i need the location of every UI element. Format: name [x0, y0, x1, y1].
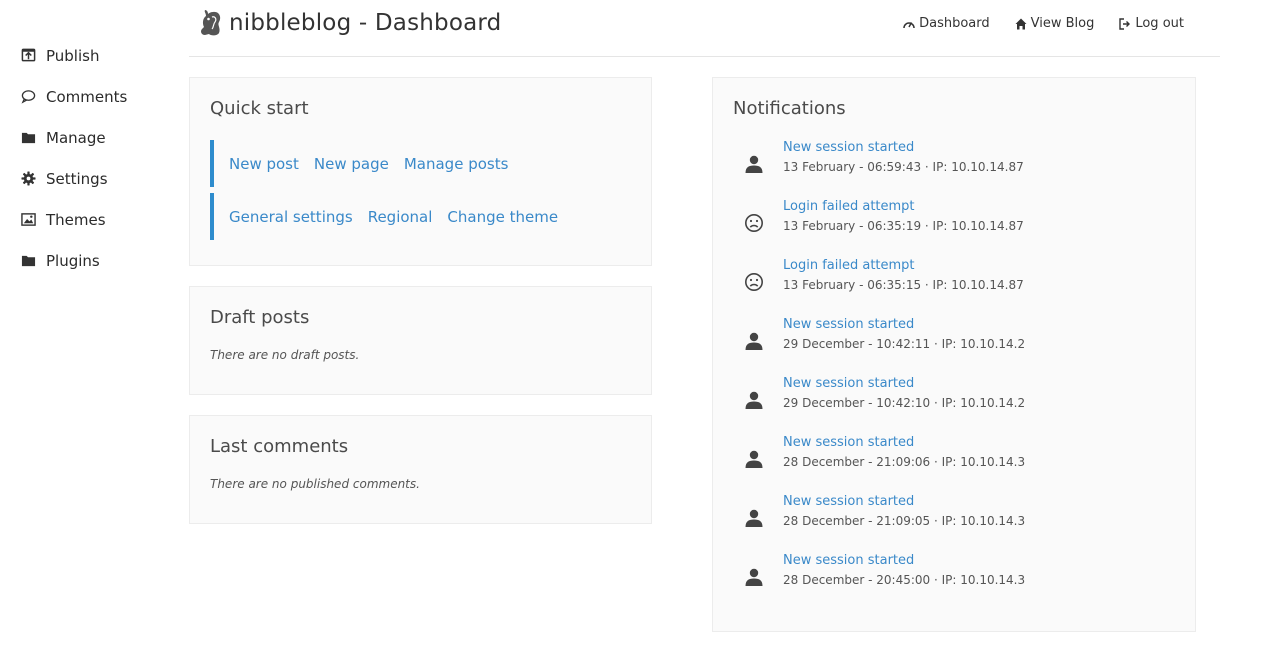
- last-comments-panel: Last comments There are no published com…: [189, 415, 652, 524]
- notification-item: New session started 28 December - 21:09:…: [733, 433, 1153, 483]
- folder-icon: [20, 253, 36, 269]
- user-icon: [744, 331, 764, 351]
- top-nav: Dashboard View Blog Log out: [878, 16, 1184, 31]
- sad-face-icon: [744, 272, 764, 292]
- notification-item: Login failed attempt 13 February - 06:35…: [733, 197, 1153, 247]
- draft-posts-panel: Draft posts There are no draft posts.: [189, 286, 652, 395]
- panel-title: Quick start: [210, 98, 309, 119]
- notification-item: New session started 28 December - 20:45:…: [733, 551, 1153, 601]
- notification-title[interactable]: Login failed attempt: [783, 258, 915, 273]
- quick-start-posts-group: New post New page Manage posts: [210, 140, 523, 187]
- change-theme-link[interactable]: Change theme: [447, 208, 558, 226]
- notification-title[interactable]: New session started: [783, 553, 914, 568]
- comment-icon: [20, 89, 36, 105]
- notification-title[interactable]: New session started: [783, 494, 914, 509]
- page-title: nibbleblog - Dashboard: [229, 10, 502, 36]
- notification-detail: 29 December - 10:42:11 · IP: 10.10.14.2: [783, 337, 1026, 351]
- sidebar-item-settings[interactable]: Settings: [20, 158, 180, 199]
- sidebar-item-plugins[interactable]: Plugins: [20, 240, 180, 281]
- notification-title[interactable]: New session started: [783, 140, 914, 155]
- general-settings-link[interactable]: General settings: [229, 208, 353, 226]
- quick-start-settings-group: General settings Regional Change theme: [210, 193, 573, 240]
- notification-item: New session started 29 December - 10:42:…: [733, 374, 1153, 424]
- notification-item: New session started 28 December - 21:09:…: [733, 492, 1153, 542]
- new-page-link[interactable]: New page: [314, 155, 389, 173]
- user-icon: [744, 567, 764, 587]
- user-icon: [744, 390, 764, 410]
- notification-title[interactable]: New session started: [783, 435, 914, 450]
- notification-title[interactable]: New session started: [783, 317, 914, 332]
- publish-icon: [20, 48, 36, 64]
- notification-item: Login failed attempt 13 February - 06:35…: [733, 256, 1153, 306]
- user-icon: [744, 154, 764, 174]
- logout-icon: [1119, 17, 1135, 30]
- user-icon: [744, 449, 764, 469]
- user-icon: [744, 508, 764, 528]
- nav-label: View Blog: [1030, 16, 1095, 31]
- notification-item: New session started 29 December - 10:42:…: [733, 315, 1153, 365]
- manage-posts-link[interactable]: Manage posts: [404, 155, 509, 173]
- sidebar-item-label: Settings: [46, 169, 108, 188]
- notification-item: New session started 13 February - 06:59:…: [733, 138, 1153, 188]
- nav-label: Dashboard: [919, 16, 990, 31]
- new-post-link[interactable]: New post: [229, 155, 299, 173]
- sidebar-item-manage[interactable]: Manage: [20, 117, 180, 158]
- image-icon: [20, 212, 36, 228]
- sidebar-item-label: Comments: [46, 87, 128, 106]
- panel-title: Draft posts: [210, 307, 310, 328]
- notification-detail: 29 December - 10:42:10 · IP: 10.10.14.2: [783, 396, 1026, 410]
- notification-detail: 13 February - 06:59:43 · IP: 10.10.14.87: [783, 160, 1024, 174]
- notification-detail: 13 February - 06:35:19 · IP: 10.10.14.87: [783, 219, 1024, 233]
- nav-label: Log out: [1135, 16, 1184, 31]
- notification-title[interactable]: Login failed attempt: [783, 199, 915, 214]
- sidebar-item-comments[interactable]: Comments: [20, 76, 180, 117]
- panel-title: Notifications: [733, 98, 846, 119]
- panel-title: Last comments: [210, 436, 349, 457]
- notifications-panel: Notifications New session started 13 Feb…: [712, 77, 1196, 632]
- notification-detail: 13 February - 06:35:15 · IP: 10.10.14.87: [783, 278, 1024, 292]
- notification-title[interactable]: New session started: [783, 376, 914, 391]
- sidebar-item-themes[interactable]: Themes: [20, 199, 180, 240]
- sidebar-item-label: Manage: [46, 128, 106, 147]
- page-header: nibbleblog - Dashboard Dashboard View Bl…: [189, 0, 1220, 57]
- nav-view-blog-link[interactable]: View Blog: [1015, 16, 1095, 31]
- empty-message: There are no draft posts.: [210, 348, 360, 362]
- squirrel-logo-icon: [197, 9, 223, 37]
- nav-logout-link[interactable]: Log out: [1119, 16, 1184, 31]
- sidebar-item-label: Publish: [46, 46, 100, 65]
- dashboard-icon: [903, 18, 919, 30]
- notification-detail: 28 December - 20:45:00 · IP: 10.10.14.3: [783, 573, 1026, 587]
- brand: nibbleblog - Dashboard: [197, 9, 501, 37]
- empty-message: There are no published comments.: [210, 477, 420, 491]
- regional-link[interactable]: Regional: [368, 208, 433, 226]
- home-icon: [1015, 18, 1031, 30]
- folder-icon: [20, 130, 36, 146]
- sad-face-icon: [744, 213, 764, 233]
- sidebar: Publish Comments Manage Settings Themes …: [20, 35, 180, 281]
- gear-icon: [20, 171, 36, 187]
- notification-detail: 28 December - 21:09:05 · IP: 10.10.14.3: [783, 514, 1026, 528]
- sidebar-item-label: Themes: [46, 210, 106, 229]
- quick-start-panel: Quick start New post New page Manage pos…: [189, 77, 652, 266]
- sidebar-item-label: Plugins: [46, 251, 100, 270]
- notification-detail: 28 December - 21:09:06 · IP: 10.10.14.3: [783, 455, 1026, 469]
- sidebar-item-publish[interactable]: Publish: [20, 35, 180, 76]
- nav-dashboard-link[interactable]: Dashboard: [903, 16, 990, 31]
